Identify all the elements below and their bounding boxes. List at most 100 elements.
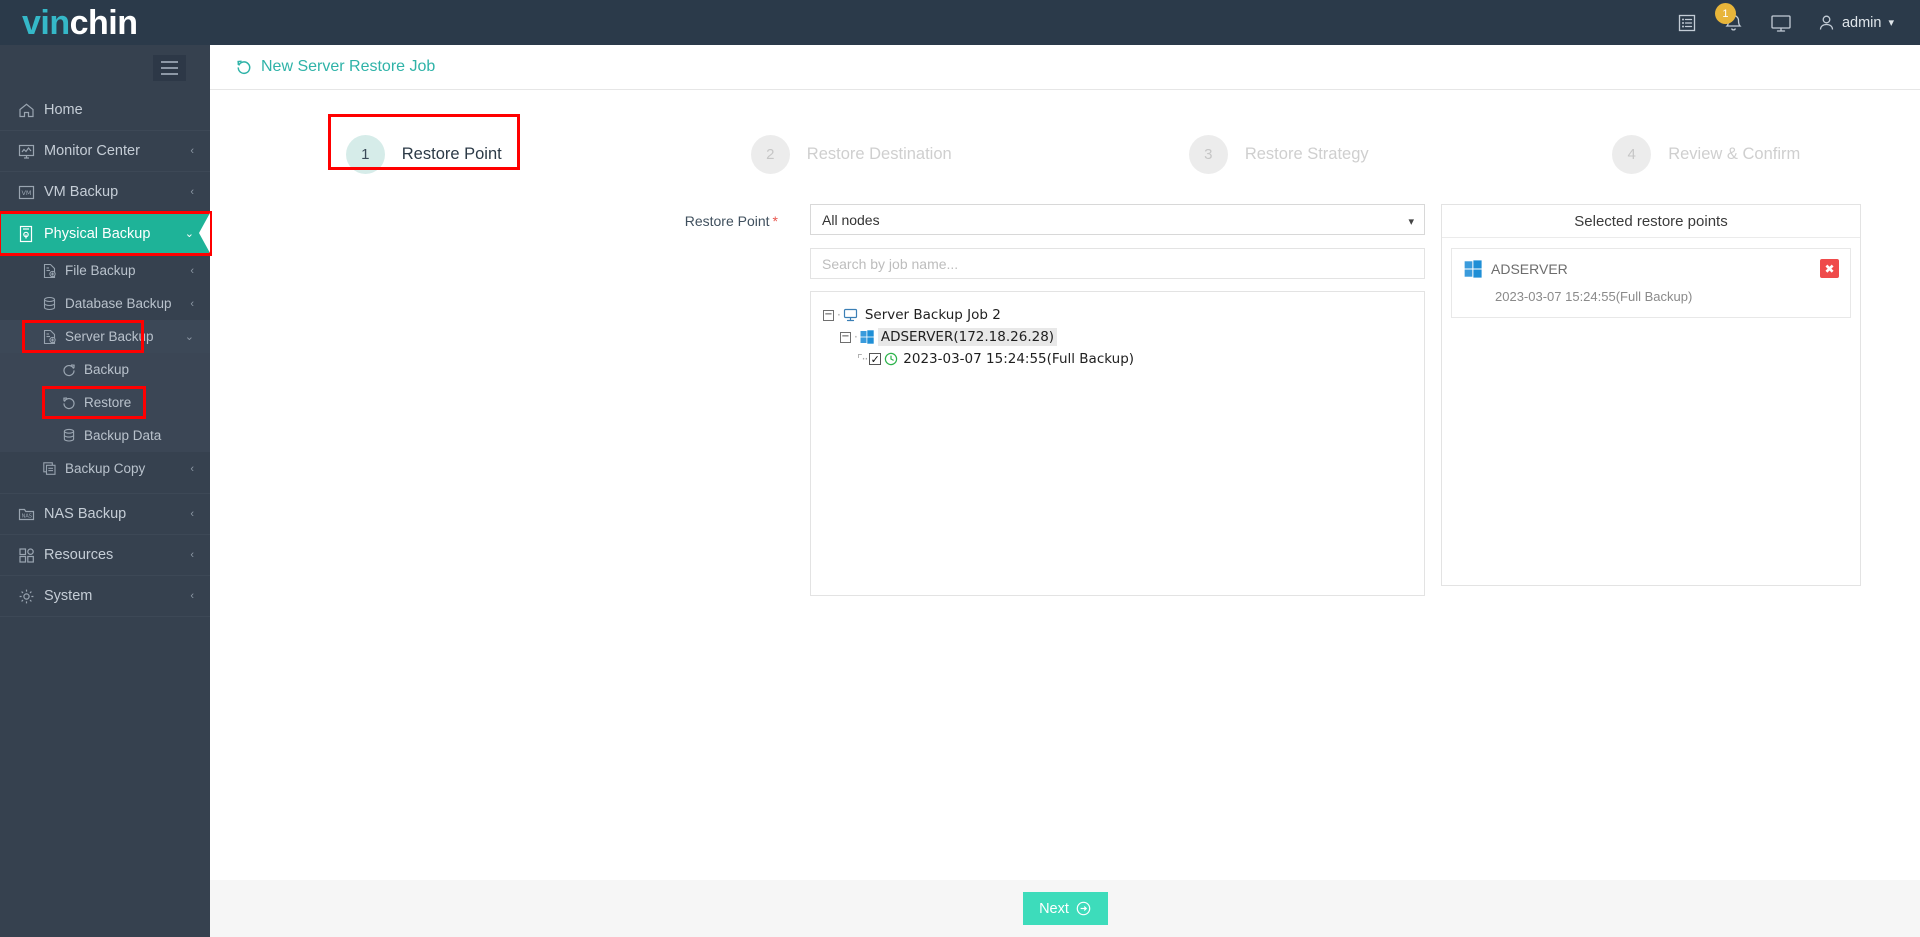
restore-point-checkbox[interactable]: ✓ bbox=[869, 353, 882, 365]
sidebar-item-backup-data[interactable]: Backup Data bbox=[0, 419, 210, 452]
hamburger-icon[interactable] bbox=[153, 54, 186, 81]
highlight-box bbox=[327, 114, 520, 170]
vm-icon: VM bbox=[18, 184, 44, 201]
chevron-down-icon: ▾ bbox=[1888, 17, 1894, 29]
sidebar-item-system[interactable]: System ‹ bbox=[0, 576, 210, 617]
sidebar-item-home[interactable]: Home bbox=[0, 90, 210, 131]
restore-point-left-column: All nodes ▾ − · bbox=[810, 204, 1425, 596]
monitor-icon[interactable] bbox=[1770, 13, 1792, 33]
step-restore-point[interactable]: 1 Restore Point bbox=[210, 114, 638, 174]
tree-node-restore-point[interactable]: ⌜·· ✓ 2023-03-07 15:24:55(Full Backup) bbox=[823, 348, 1424, 370]
gear-icon bbox=[18, 588, 44, 605]
chevron-left-icon: ‹ bbox=[190, 549, 194, 561]
monitor-icon bbox=[843, 308, 858, 322]
sidebar-item-backup-copy[interactable]: Backup Copy ‹ bbox=[0, 452, 210, 485]
chevron-down-icon: ⌄ bbox=[184, 331, 194, 343]
tree-toggle-icon[interactable]: − bbox=[823, 309, 834, 321]
sidebar-item-monitor-center[interactable]: Monitor Center ‹ bbox=[0, 131, 210, 172]
step-number: 3 bbox=[1188, 135, 1228, 174]
sidebar-item-label: Backup bbox=[84, 362, 130, 377]
remove-restore-point-button[interactable]: ✖ bbox=[1820, 259, 1839, 278]
chevron-left-icon: ‹ bbox=[190, 186, 194, 198]
sidebar-item-label: NAS Backup bbox=[44, 506, 127, 522]
tree-toggle-icon[interactable]: − bbox=[840, 331, 851, 343]
card-header-row: ADSERVER bbox=[1464, 260, 1838, 278]
list-icon[interactable] bbox=[1677, 13, 1697, 33]
windows-icon bbox=[860, 330, 874, 344]
main-content: New Server Restore Job 1 Restore Point 2… bbox=[210, 45, 1920, 937]
selected-restore-point-card[interactable]: ADSERVER 2023-03-07 15:24:55(Full Backup… bbox=[1451, 248, 1851, 318]
search-input[interactable] bbox=[810, 248, 1425, 279]
refresh-cw-icon bbox=[62, 363, 84, 377]
user-menu[interactable]: admin ▾ bbox=[1818, 14, 1894, 32]
sidebar-item-database-backup[interactable]: Database Backup ‹ bbox=[0, 287, 210, 320]
step-restore-destination[interactable]: 2 Restore Destination bbox=[638, 135, 1066, 174]
svg-text:VM: VM bbox=[21, 189, 31, 197]
next-button[interactable]: Next bbox=[1022, 892, 1108, 925]
field-label-text: Restore Point bbox=[684, 213, 770, 229]
tree-node-job[interactable]: − · Server Backup Job 2 bbox=[823, 304, 1424, 326]
restore-ccw-icon bbox=[236, 59, 252, 75]
selected-point-date: 2023-03-07 15:24:55(Full Backup) bbox=[1495, 289, 1693, 304]
physical-backup-icon bbox=[18, 225, 44, 243]
monitor-chart-icon bbox=[18, 143, 44, 160]
backup-job-tree[interactable]: − · Server Backup Job 2 − · ADSERVER(172… bbox=[810, 291, 1425, 596]
tree-node-label: ADSERVER(172.18.26.28) bbox=[877, 328, 1058, 346]
highlight-box bbox=[22, 320, 144, 353]
sidebar-item-resources[interactable]: Resources ‹ bbox=[0, 535, 210, 576]
step-label: Review & Confirm bbox=[1668, 145, 1801, 163]
chevron-left-icon: ‹ bbox=[190, 590, 194, 602]
bell-icon[interactable]: 1 bbox=[1714, 3, 1744, 33]
tree-guide-line: · bbox=[837, 308, 841, 322]
chevron-left-icon: ‹ bbox=[190, 264, 194, 277]
sidebar-item-label: Resources bbox=[44, 547, 114, 563]
selected-panel-body: ADSERVER 2023-03-07 15:24:55(Full Backup… bbox=[1442, 238, 1860, 328]
wizard-card: 1 Restore Point 2 Restore Destination 3 … bbox=[210, 90, 1920, 880]
sidebar-item-label: Backup Copy bbox=[65, 461, 146, 476]
svg-text:NAS: NAS bbox=[22, 513, 32, 519]
sidebar-collapse-row bbox=[0, 45, 210, 90]
sidebar-item-physical-backup[interactable]: Physical Backup ⌄ bbox=[0, 211, 212, 256]
wizard-stepper: 1 Restore Point 2 Restore Destination 3 … bbox=[210, 90, 1920, 174]
node-select-wrapper: All nodes ▾ bbox=[810, 204, 1425, 235]
resources-icon bbox=[18, 547, 44, 564]
chevron-left-icon: ‹ bbox=[190, 462, 194, 475]
sidebar: Home Monitor Center ‹ VM VM Backup ‹ Phy… bbox=[0, 45, 212, 937]
node-select[interactable]: All nodes bbox=[810, 204, 1425, 235]
sidebar-item-label: Monitor Center bbox=[44, 143, 140, 159]
required-mark: * bbox=[772, 213, 778, 229]
step-restore-strategy[interactable]: 3 Restore Strategy bbox=[1065, 135, 1493, 174]
sidebar-item-label: VM Backup bbox=[44, 184, 119, 200]
step-label: Restore Strategy bbox=[1244, 145, 1369, 163]
app-logo[interactable]: vinchin bbox=[0, 6, 210, 40]
page-header: New Server Restore Job bbox=[210, 45, 1920, 90]
tree-node-label: 2023-03-07 15:24:55(Full Backup) bbox=[903, 351, 1135, 367]
step-label: Restore Destination bbox=[806, 145, 952, 163]
sidebar-item-label: Home bbox=[44, 102, 83, 118]
tree-guide-line: · bbox=[854, 330, 858, 344]
top-bar: vinchin 1 admin ▾ bbox=[0, 0, 1920, 45]
logo-part-2: chin bbox=[69, 3, 138, 42]
nas-icon: NAS bbox=[18, 506, 44, 522]
sidebar-item-server-backup[interactable]: Server Backup ⌄ bbox=[0, 320, 210, 353]
tree-node-server[interactable]: − · ADSERVER(172.18.26.28) bbox=[823, 326, 1424, 348]
sidebar-item-backup[interactable]: Backup bbox=[0, 353, 210, 386]
next-button-label: Next bbox=[1039, 900, 1069, 917]
windows-icon bbox=[1464, 260, 1482, 278]
chevron-left-icon: ‹ bbox=[190, 297, 194, 310]
sidebar-item-label: Database Backup bbox=[65, 296, 172, 311]
sidebar-item-vm-backup[interactable]: VM VM Backup ‹ bbox=[0, 172, 210, 213]
sidebar-item-restore[interactable]: Restore bbox=[0, 386, 210, 419]
chevron-left-icon: ‹ bbox=[190, 145, 194, 157]
file-backup-icon bbox=[42, 263, 65, 279]
sidebar-item-label: Backup Data bbox=[84, 428, 162, 443]
restore-point-form: Restore Point* All nodes ▾ − · bbox=[210, 174, 1920, 596]
sidebar-item-file-backup[interactable]: File Backup ‹ bbox=[0, 254, 210, 287]
sidebar-item-label: System bbox=[44, 588, 93, 604]
step-review-confirm[interactable]: 4 Review & Confirm bbox=[1493, 135, 1920, 174]
sidebar-item-nas-backup[interactable]: NAS NAS Backup ‹ bbox=[0, 494, 210, 535]
home-icon bbox=[18, 102, 44, 119]
sidebar-item-label: File Backup bbox=[65, 263, 136, 278]
copy-icon bbox=[42, 461, 65, 476]
step-number: 4 bbox=[1612, 135, 1652, 174]
